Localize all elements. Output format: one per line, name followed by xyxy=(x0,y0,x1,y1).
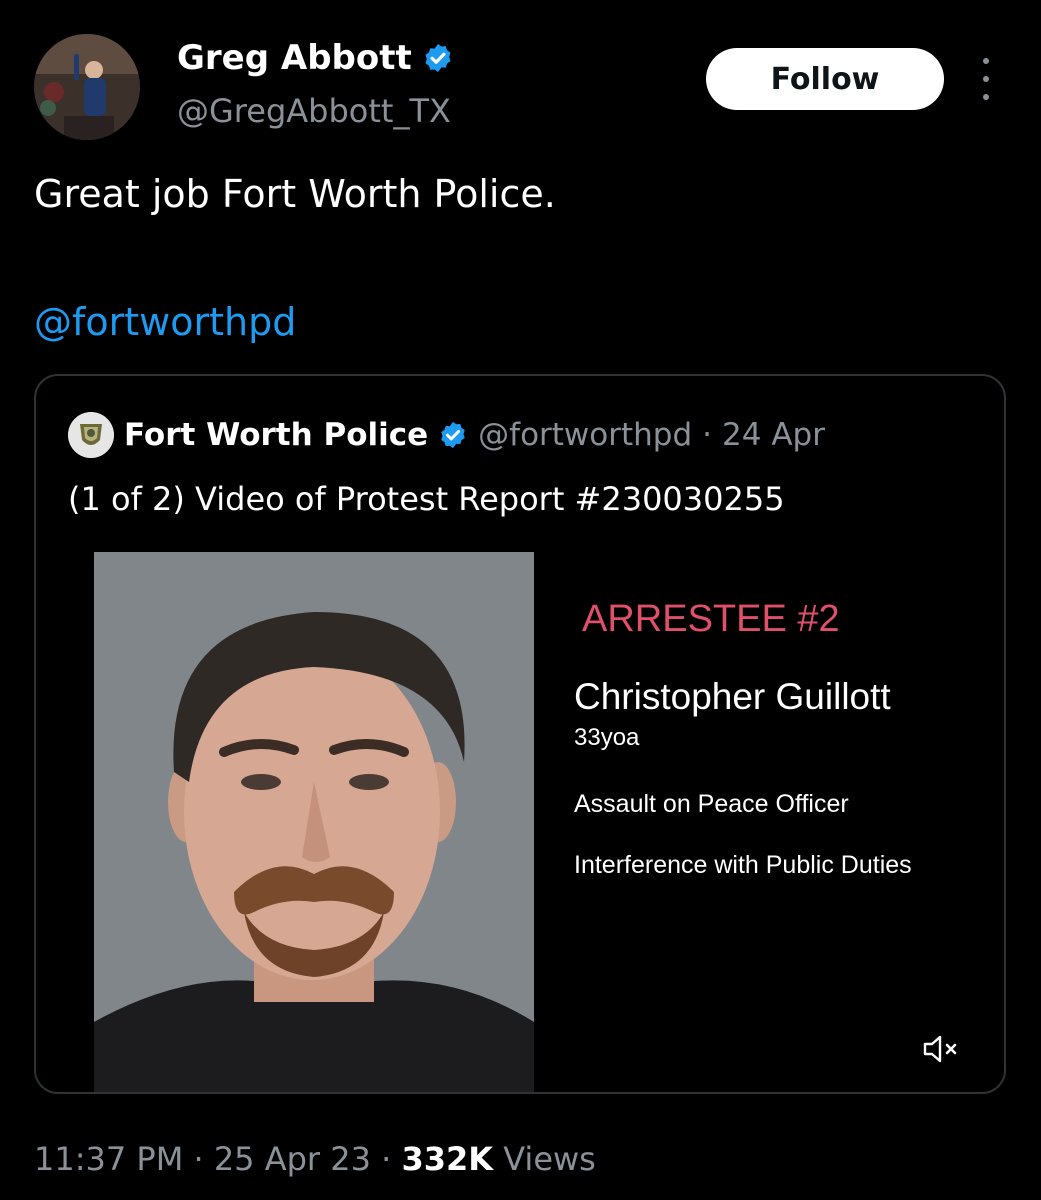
quoted-tweet-text: (1 of 2) Video of Protest Report #230030… xyxy=(68,480,785,518)
separator-dot: · xyxy=(381,1140,392,1178)
more-dot xyxy=(983,58,989,64)
verified-badge-icon xyxy=(422,42,454,74)
quoted-author-avatar[interactable] xyxy=(68,412,114,458)
tweet-meta: 11:37 PM · 25 Apr 23 · 332K Views xyxy=(34,1140,596,1178)
arrestee-name: Christopher Guillott xyxy=(574,676,891,717)
quoted-author-name[interactable]: Fort Worth Police xyxy=(124,417,428,453)
arrestee-age: 33yoa xyxy=(574,724,640,751)
mugshot-image xyxy=(94,552,534,1092)
quoted-video[interactable]: ARRESTEE #2 Christopher Guillott 33yoa A… xyxy=(36,548,1004,1092)
mention-link[interactable]: @fortworthpd xyxy=(34,300,296,344)
views-count: 332K xyxy=(401,1140,494,1178)
author-avatar[interactable] xyxy=(34,34,140,140)
tweet-time[interactable]: 11:37 PM xyxy=(34,1140,183,1178)
arrestee-label: ARRESTEE #2 xyxy=(582,598,840,640)
more-dot xyxy=(983,94,989,100)
quoted-author-handle[interactable]: @fortworthpd xyxy=(478,417,692,453)
follow-button[interactable]: Follow xyxy=(706,48,944,110)
quoted-tweet-date[interactable]: 24 Apr xyxy=(722,417,825,453)
charge-item: Assault on Peace Officer xyxy=(574,790,849,818)
author-name-row[interactable]: Greg Abbott xyxy=(177,38,454,78)
charge-item: Interference with Public Duties xyxy=(574,851,912,879)
quoted-tweet-card[interactable]: Fort Worth Police @fortworthpd · 24 Apr … xyxy=(34,374,1006,1094)
quoted-tweet-header: Fort Worth Police @fortworthpd · 24 Apr xyxy=(68,412,825,458)
verified-badge-icon xyxy=(438,420,468,450)
views-label: Views xyxy=(503,1140,596,1178)
separator-dot: · xyxy=(193,1140,204,1178)
author-name[interactable]: Greg Abbott xyxy=(177,38,412,78)
mute-icon[interactable] xyxy=(922,1034,960,1064)
separator-dot: · xyxy=(702,417,713,453)
more-options-icon[interactable] xyxy=(976,58,996,100)
author-handle[interactable]: @GregAbbott_TX xyxy=(177,92,451,130)
tweet-date[interactable]: 25 Apr 23 xyxy=(214,1140,371,1178)
more-dot xyxy=(983,76,989,82)
tweet-text: Great job Fort Worth Police. xyxy=(34,172,556,216)
